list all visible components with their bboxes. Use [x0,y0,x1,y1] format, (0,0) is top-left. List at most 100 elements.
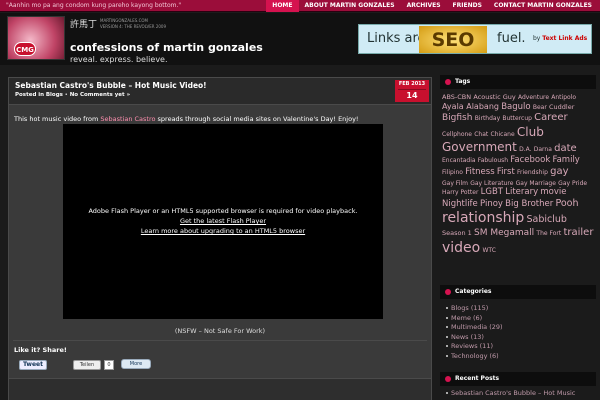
artist-link[interactable]: Sebastian Castro [100,115,155,123]
tag-link[interactable]: Government [442,140,517,154]
site-header: CMG 許馬丁 MARTINGONZALES.COM VERSION 4: TH… [0,13,600,65]
tag-link[interactable]: Harry Potter [442,189,478,196]
nav-item-contact-martin-gonzales[interactable]: CONTACT MARTIN GONZALES [488,0,598,12]
tag-link[interactable]: LGBT [481,187,503,197]
tag-link[interactable]: Fitness [465,167,494,177]
tag-link[interactable]: Gay Film [442,180,468,187]
share-button[interactable]: Teilen [73,360,101,370]
tag-link[interactable]: Gay Literature [470,180,513,187]
tag-link[interactable]: Chat [474,131,488,138]
post-title[interactable]: Sebastian Castro's Bubble – Hot Music Vi… [15,81,207,90]
comments-link[interactable]: No Comments yet » [70,92,130,98]
tag-link[interactable]: Cellphone [442,131,472,138]
share-count: 0 [104,360,114,370]
tag-link[interactable]: Fabuloush [478,157,508,164]
site-tagline: reveal. express. believe. [70,55,168,64]
nav-item-about-martin-gonzales[interactable]: ABOUT MARTIN GONZALES [299,0,401,12]
tag-link[interactable]: Sabiclub [527,214,567,225]
tag-link[interactable]: Filipino [442,169,463,176]
tag-link[interactable]: Birthday [475,115,500,122]
tag-link[interactable]: Darna [534,146,552,153]
ad-brand: Text Link Ads [542,35,588,42]
tag-link[interactable]: Club [517,125,544,139]
tag-link[interactable]: Nightlife [442,199,478,209]
tag-link[interactable]: Season 1 [442,229,472,237]
site-logo[interactable]: CMG [7,16,65,60]
tag-link[interactable]: date [554,143,577,154]
meta-separator: • [62,92,70,98]
tag-link[interactable]: Pinoy [480,199,503,209]
tag-link[interactable]: Gay Pride [558,180,587,187]
ad-by-label: by [533,35,541,42]
list-bullet-icon [446,326,448,328]
post-category-link[interactable]: Blogs [46,92,63,98]
tag-link[interactable]: Buttercup [502,115,532,122]
tag-link[interactable]: Cuddler [549,103,574,111]
tag-link[interactable]: ABS-CBN [442,93,471,101]
tag-link[interactable]: Gay Marriage [516,180,556,187]
category-item[interactable]: Technology (6) [446,352,592,362]
tag-link[interactable]: Acoustic Guy [473,93,515,101]
tags-widget-title: Tags [440,75,596,89]
ad-attribution: by Text Link Ads [533,35,587,42]
category-item[interactable]: News (13) [446,333,592,343]
html5-upgrade-link[interactable]: Learn more about upgrading to an HTML5 b… [63,227,383,235]
site-title[interactable]: confessions of martin gonzales [70,41,263,54]
tag-link[interactable]: Chicane [491,131,515,138]
tag-link[interactable]: First [497,167,515,177]
more-share-button[interactable]: More [121,359,151,369]
recent-post-title: Sebastian Castro's Bubble – Hot Music [451,389,576,397]
tag-link[interactable]: D.A. [519,146,531,153]
category-label: Multimedia (29) [451,323,503,331]
nav-item-home[interactable]: HOME [266,0,299,12]
list-bullet-icon [446,307,448,309]
tag-link[interactable]: Adventure [518,94,549,101]
video-player[interactable]: Adobe Flash Player or an HTML5 supported… [63,124,383,319]
tag-link[interactable]: WTC [482,247,495,254]
tag-link[interactable]: Bigfish [442,113,472,123]
list-bullet-icon [446,345,448,347]
get-flash-link[interactable]: Get the latest Flash Player [63,217,383,225]
bullet-icon [445,289,451,295]
tag-link[interactable]: gay [550,166,568,177]
recent-posts-widget-title: Recent Posts [440,372,596,386]
tag-link[interactable]: Bear [533,104,547,111]
tag-link[interactable]: Encantadia [442,157,476,164]
get-flash-link-text: Get the latest Flash Player [179,217,267,225]
tag-link[interactable]: Bagulo [501,102,530,112]
tweet-button[interactable]: Tweet [19,360,47,370]
tag-link[interactable]: trailer [563,227,593,238]
advertisement-banner[interactable]: Links are SEO fuel. by Text Link Ads [358,24,592,54]
nav-item-friends[interactable]: FRIENDS [447,0,488,12]
tag-link[interactable]: Pooh [555,198,578,209]
tag-link[interactable]: The Fort [536,230,561,237]
post-date-badge: FEB 2013 14 [395,80,429,102]
tag-link[interactable]: Facebook [510,155,550,165]
tag-link[interactable]: Career [534,112,567,123]
tag-link[interactable]: SM Megamall [474,228,534,238]
tag-link[interactable]: relationship [442,210,524,226]
share-title: Like it? Share! [14,346,67,354]
recent-posts-widget: Recent Posts Sebastian Castro's Bubble –… [440,372,596,400]
category-item[interactable]: Multimedia (29) [446,323,592,333]
category-item[interactable]: Meme (6) [446,314,592,324]
nav-item-archives[interactable]: ARCHIVES [401,0,447,12]
bullet-icon [445,79,451,85]
tag-link[interactable]: Big Brother [505,199,553,209]
tag-link[interactable]: Family [552,155,579,165]
tag-link[interactable]: Ayala Alabang [442,102,499,111]
tags-widget: Tags ABS-CBN Acoustic Guy Adventure Anti… [440,75,596,283]
category-item[interactable]: Blogs (115) [446,304,592,314]
category-item[interactable]: Reviews (11) [446,342,592,352]
flash-required-message: Adobe Flash Player or an HTML5 supported… [88,207,358,215]
ad-seo-graphic: SEO [419,26,487,53]
ad-text-right: fuel. [497,31,526,46]
tag-link[interactable]: video [442,240,480,256]
tag-link[interactable]: Friendship [517,169,548,176]
tag-link[interactable]: movie [540,187,566,197]
list-bullet-icon [446,392,448,394]
sidebar: Tags ABS-CBN Acoustic Guy Adventure Anti… [440,75,600,400]
tag-link[interactable]: Literary [505,187,538,197]
recent-post-link[interactable]: Sebastian Castro's Bubble – Hot Music [446,389,575,397]
tag-link[interactable]: Antipolo [551,94,576,101]
